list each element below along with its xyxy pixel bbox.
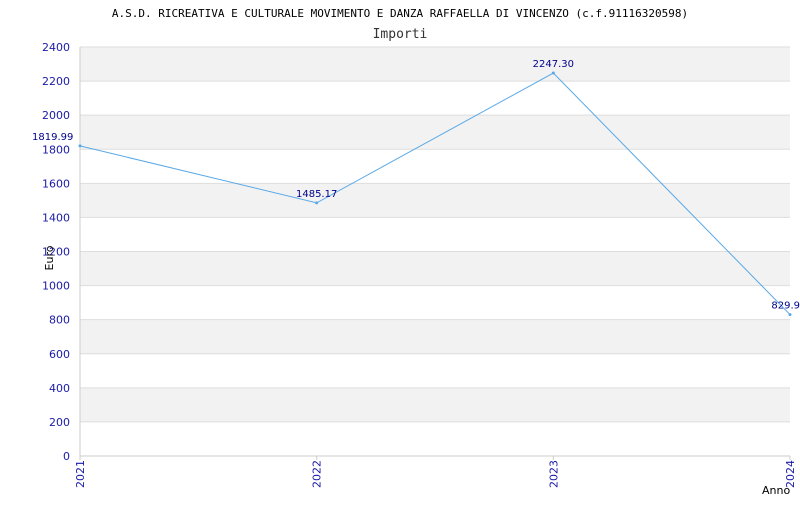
y-tick-label: 1000 — [42, 280, 70, 293]
plot-band — [80, 251, 790, 286]
chart: A.S.D. RICREATIVA E CULTURALE MOVIMENTO … — [0, 0, 800, 500]
y-tick-label: 2200 — [42, 75, 70, 88]
plot-band — [80, 319, 790, 354]
y-tick-label: 600 — [49, 348, 70, 361]
y-tick-label: 200 — [49, 416, 70, 429]
data-label: 1819.99 — [32, 132, 73, 143]
data-point — [788, 313, 792, 317]
y-tick-label: 1600 — [42, 177, 70, 190]
x-tick-label: 2023 — [547, 460, 560, 488]
y-tick-label: 1400 — [42, 211, 70, 224]
data-point — [315, 201, 319, 205]
y-tick-label: 800 — [49, 314, 70, 327]
plot-band — [80, 47, 790, 82]
y-tick-label: 400 — [49, 382, 70, 395]
data-label: 2247.30 — [533, 59, 574, 70]
plot-band — [80, 183, 790, 218]
data-point — [78, 144, 82, 148]
x-tick-label: 2022 — [311, 460, 324, 488]
y-tick-label: 2000 — [42, 109, 70, 122]
chart-title: A.S.D. RICREATIVA E CULTURALE MOVIMENTO … — [112, 7, 688, 20]
x-axis-label: Anno — [762, 484, 790, 497]
line-chart-svg: A.S.D. RICREATIVA E CULTURALE MOVIMENTO … — [32, 7, 800, 497]
chart-subtitle: Importi — [373, 27, 428, 42]
data-label: 1485.17 — [296, 189, 337, 200]
x-tick-label: 2021 — [74, 460, 87, 488]
y-axis-label: Euro — [43, 245, 56, 270]
data-label: 829.9 — [771, 301, 800, 312]
y-tick-label: 0 — [63, 450, 70, 463]
plot-bands — [80, 47, 790, 422]
plot-band — [80, 387, 790, 422]
y-tick-label: 2400 — [42, 41, 70, 54]
data-point — [551, 71, 555, 75]
y-tick-label: 1800 — [42, 143, 70, 156]
plot-band — [80, 115, 790, 150]
x-tick-labels: 2021 2022 2023 2024 — [74, 456, 797, 488]
